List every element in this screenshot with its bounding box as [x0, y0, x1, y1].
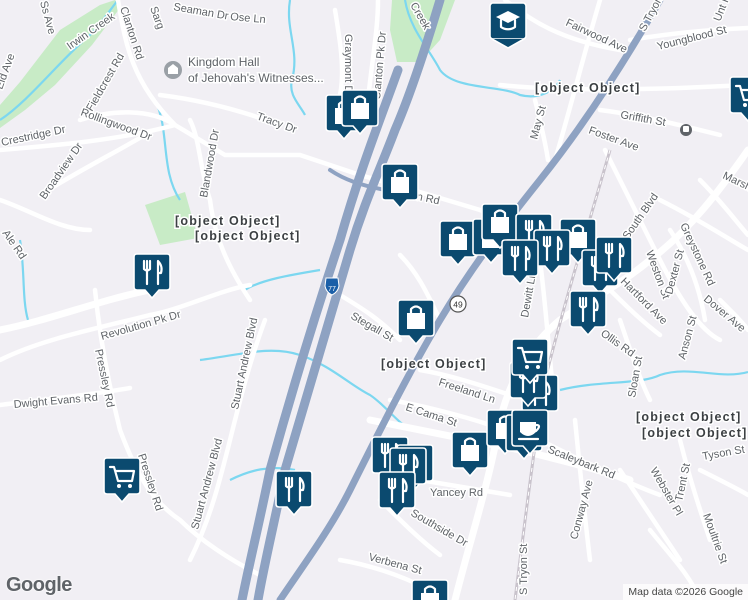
street-label: Unt Rd — [712, 0, 736, 23]
area-label: [object Object] — [381, 357, 487, 371]
street-label: Stuart Andrew Blvd — [229, 317, 260, 411]
street-label: Griffith St — [619, 109, 666, 129]
street-label: Ss Ave — [37, 0, 57, 36]
area-label: [object Object] — [642, 426, 748, 440]
street-label: Moultrie St — [700, 512, 729, 566]
shopping-marker[interactable] — [411, 579, 449, 600]
street-label: Anson St — [676, 315, 699, 361]
area-label: [object Object] — [535, 81, 641, 95]
street-label: South Blvd — [621, 191, 661, 241]
street-label: Southside Dr — [409, 507, 470, 549]
shopping-marker[interactable] — [451, 431, 489, 478]
transit-marker[interactable] — [680, 124, 692, 136]
street-label: Seaman Dr — [172, 1, 229, 23]
shopping-marker[interactable] — [439, 220, 477, 267]
restaurant-marker[interactable] — [378, 471, 416, 518]
street-label: Sarg — [147, 5, 166, 31]
area-label: [object Object] — [195, 229, 301, 243]
street-label: Foster Ave — [587, 125, 640, 154]
street-label: May St — [528, 105, 548, 141]
grocery-marker[interactable] — [729, 76, 748, 123]
poi-name: Kingdom Hall — [188, 55, 259, 69]
street-label: Ale Rd — [0, 228, 28, 262]
grocery-marker[interactable] — [103, 457, 141, 504]
street-label: Ollis Rd — [598, 328, 636, 360]
street-label: Dover Ave — [701, 293, 747, 335]
street-label: Tyson St — [701, 444, 745, 463]
poi-kingdom-hall[interactable]: Kingdom Hall of Jehovah's Witnesses... — [164, 54, 325, 87]
street-label: S Tryon St — [518, 544, 530, 595]
street-label: Dwight Evans Rd — [13, 392, 98, 411]
transit-icon — [683, 126, 689, 132]
street-label: Fieldcrest Rd — [84, 51, 127, 113]
poi-name: of Jehovah's Witnesses... — [188, 71, 324, 85]
route-number: 49 — [453, 300, 463, 310]
google-logo: Google — [6, 574, 72, 596]
street-label: Ose Ln — [230, 11, 266, 26]
map-attribution: Map data ©2026 Google — [623, 584, 748, 600]
map-canvas[interactable]: 77 49 Clanton Rd Seaman Dr Fieldcrest Rd… — [0, 0, 748, 600]
street-label: Marsh — [721, 170, 748, 194]
interstate-number: 77 — [328, 286, 336, 293]
street-label: Conway Ave — [568, 479, 595, 541]
restaurant-marker[interactable] — [569, 290, 607, 337]
street-label: Graymont Dr — [342, 34, 354, 97]
street-label: Youngblood St — [656, 24, 728, 53]
street-label: Tracy Dr — [255, 111, 299, 137]
area-label: [object Object] — [175, 214, 281, 228]
route-shield: 49 — [449, 295, 467, 313]
area-label: [object Object] — [636, 410, 742, 424]
street-label: Eld Ave — [0, 52, 18, 91]
street-label: Yancey Rd — [430, 487, 483, 499]
street-label: S Tryon St — [637, 0, 672, 33]
school-marker[interactable] — [489, 2, 527, 49]
